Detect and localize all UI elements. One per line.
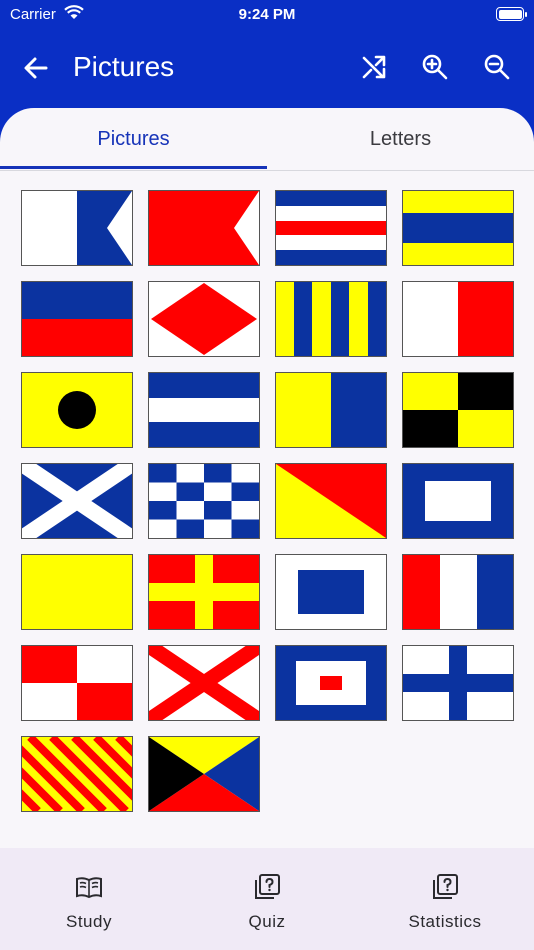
flag-f[interactable] [148,281,260,357]
flag-x[interactable] [402,645,514,721]
flag-s[interactable] [275,554,387,630]
back-arrow-icon[interactable] [22,54,50,87]
flag-w[interactable] [275,645,387,721]
app-bar: Pictures [0,30,534,108]
flag-g[interactable] [275,281,387,357]
flag-o[interactable] [275,463,387,539]
status-bar: Carrier 9:24 PM [0,0,534,30]
zoom-out-icon[interactable] [483,53,511,86]
flag-c[interactable] [275,190,387,266]
flag-t[interactable] [402,554,514,630]
bottom-navigation: Study Quiz Statistics [0,848,534,950]
flag-b[interactable] [148,190,260,266]
flag-j[interactable] [148,372,260,448]
tab-letters[interactable]: Letters [267,108,534,170]
tab-indicator [0,166,267,169]
flag-q[interactable] [21,554,133,630]
zoom-in-icon[interactable] [421,53,449,86]
flag-v[interactable] [148,645,260,721]
flag-r[interactable] [148,554,260,630]
nav-study[interactable]: Study [0,848,178,950]
flag-d[interactable] [402,190,514,266]
page-title: Pictures [73,51,175,82]
flag-n[interactable] [148,463,260,539]
nav-statistics-label: Statistics [408,912,482,931]
flag-k[interactable] [275,372,387,448]
shuffle-icon[interactable] [360,53,388,86]
content-sheet: Pictures Letters [0,108,534,848]
nav-study-label: Study [66,912,112,931]
flag-p[interactable] [402,463,514,539]
tab-bar: Pictures Letters [0,108,534,171]
flag-u[interactable] [21,645,133,721]
flag-l[interactable] [402,372,514,448]
flag-h[interactable] [402,281,514,357]
nav-statistics[interactable]: Statistics [356,848,534,950]
quiz-icon [253,873,281,901]
flag-z[interactable] [148,736,260,812]
tab-pictures[interactable]: Pictures [0,108,267,170]
nav-quiz-label: Quiz [248,912,286,931]
flag-e[interactable] [21,281,133,357]
flag-a[interactable] [21,190,133,266]
flag-i[interactable] [21,372,133,448]
clock: 9:24 PM [238,6,296,23]
book-icon [75,873,103,901]
flag-y[interactable] [21,736,133,812]
flag-m[interactable] [21,463,133,539]
nav-quiz[interactable]: Quiz [178,848,356,950]
battery-icon [496,7,527,21]
statistics-icon [431,873,459,901]
